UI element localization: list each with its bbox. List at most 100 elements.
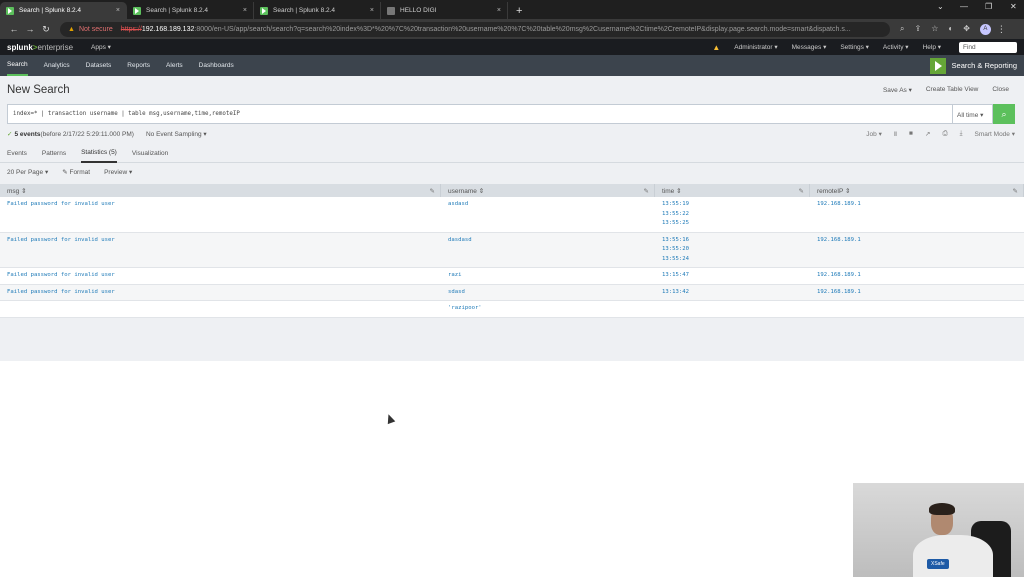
cell-time: 13:15:47 xyxy=(655,268,810,284)
splunk-favicon-icon xyxy=(133,6,141,15)
tab-patterns[interactable]: Patterns xyxy=(42,143,66,163)
tab-statistics[interactable]: Statistics (5) xyxy=(81,143,117,163)
cell-username[interactable]: 'razipoor' xyxy=(441,301,655,317)
not-secure-label: Not secure xyxy=(78,25,113,33)
cell-remoteip[interactable]: 192.168.189.1 xyxy=(810,268,1024,284)
search-button[interactable]: ⌕ xyxy=(993,104,1015,124)
edit-pencil-icon[interactable]: ✎ xyxy=(644,187,649,195)
nav-analytics[interactable]: Analytics xyxy=(44,55,70,76)
stop-icon[interactable]: ■ xyxy=(909,130,913,138)
settings-menu[interactable]: Settings ▾ xyxy=(840,43,869,51)
browser-tab[interactable]: Search | Splunk 8.2.4 × xyxy=(127,2,254,19)
column-header-msg[interactable]: msg ⇕ ✎ xyxy=(0,184,441,197)
time-value[interactable]: 13:55:25 xyxy=(662,219,803,229)
nav-datasets[interactable]: Datasets xyxy=(86,55,112,76)
messages-menu[interactable]: Messages ▾ xyxy=(792,43,827,51)
cell-msg[interactable]: Failed password for invalid user xyxy=(0,285,441,301)
zoom-icon[interactable]: ⌕ xyxy=(900,24,904,34)
maximize-icon[interactable]: ❐ xyxy=(985,2,992,11)
cell-username[interactable]: asdasd xyxy=(441,197,655,232)
splunk-top-bar: splunk>enterprise Apps ▾ ▲ Administrator… xyxy=(0,39,1024,55)
activity-menu[interactable]: Activity ▾ xyxy=(883,43,909,51)
cell-remoteip[interactable]: 192.168.189.1 xyxy=(810,285,1024,301)
close-icon[interactable]: × xyxy=(370,7,374,14)
time-range-picker[interactable]: All time ▾ xyxy=(953,104,993,124)
alert-triangle-icon[interactable]: ▲ xyxy=(712,43,720,52)
time-value[interactable]: 13:55:19 xyxy=(662,200,803,210)
time-value[interactable]: 13:55:16 xyxy=(662,236,803,246)
time-value[interactable]: 13:55:20 xyxy=(662,245,803,255)
back-icon[interactable]: ← xyxy=(6,24,22,34)
minimize-icon[interactable]: — xyxy=(960,2,968,11)
url-input[interactable]: ▲ Not secure https:// 192.168.189.132 :8… xyxy=(60,21,890,37)
browser-menu-icon[interactable]: ⋮ xyxy=(997,24,1006,35)
tab-visualization[interactable]: Visualization xyxy=(132,143,168,163)
cell-msg[interactable] xyxy=(0,301,441,317)
preview-dropdown[interactable]: Preview ▾ xyxy=(104,168,132,178)
forward-icon[interactable]: → xyxy=(22,24,38,34)
cell-msg[interactable]: Failed password for invalid user xyxy=(0,268,441,284)
nav-alerts[interactable]: Alerts xyxy=(166,55,183,76)
nav-search[interactable]: Search xyxy=(7,55,28,76)
print-icon[interactable]: ⎙ xyxy=(942,130,947,138)
format-button[interactable]: ✎ Format xyxy=(62,168,90,178)
app-title[interactable]: Search & Reporting xyxy=(929,57,1017,74)
administrator-menu[interactable]: Administrator ▾ xyxy=(734,43,777,51)
cell-remoteip[interactable]: 192.168.189.1 xyxy=(810,233,1024,268)
search-mode-dropdown[interactable]: Smart Mode ▾ xyxy=(975,130,1015,138)
edit-pencil-icon[interactable]: ✎ xyxy=(799,187,804,195)
tab-search-icon[interactable]: ⌄ xyxy=(937,2,944,11)
cell-remoteip[interactable] xyxy=(810,301,1024,317)
time-value[interactable]: 13:55:22 xyxy=(662,210,803,220)
window-close-icon[interactable]: ✕ xyxy=(1010,2,1017,11)
cell-username[interactable]: sdasd xyxy=(441,285,655,301)
bookmark-star-icon[interactable]: ☆ xyxy=(931,24,938,34)
extension-icon[interactable]: ◐ xyxy=(948,24,953,34)
per-page-dropdown[interactable]: 20 Per Page ▾ xyxy=(7,168,48,178)
pause-icon[interactable]: Ⅱ xyxy=(894,130,897,138)
tab-events[interactable]: Events xyxy=(7,143,27,163)
event-sampling-dropdown[interactable]: No Event Sampling ▾ xyxy=(146,130,207,138)
reload-icon[interactable]: ↻ xyxy=(38,24,54,35)
job-menu[interactable]: Job ▾ xyxy=(866,130,882,138)
time-value[interactable]: 13:15:47 xyxy=(662,271,803,281)
browser-tab[interactable]: Search | Splunk 8.2.4 × xyxy=(0,2,127,19)
close-icon[interactable]: × xyxy=(116,7,120,14)
edit-pencil-icon[interactable]: ✎ xyxy=(430,187,435,195)
time-value[interactable]: 13:13:42 xyxy=(662,288,803,298)
find-input[interactable]: Find xyxy=(959,41,1017,53)
close-icon[interactable]: × xyxy=(243,7,247,14)
cell-username[interactable]: razi xyxy=(441,268,655,284)
browser-tab[interactable]: HELLO DIGI × xyxy=(381,2,508,19)
cell-msg[interactable]: Failed password for invalid user xyxy=(0,197,441,232)
column-header-username[interactable]: username ⇕ ✎ xyxy=(441,184,655,197)
new-tab-button[interactable]: + xyxy=(508,2,530,19)
save-as-button[interactable]: Save As ▾ xyxy=(883,86,912,94)
close-button[interactable]: Close xyxy=(992,86,1009,94)
puzzle-icon[interactable]: ✥ xyxy=(963,24,970,34)
search-icon: ⌕ xyxy=(1001,108,1007,119)
time-value[interactable]: 13:55:24 xyxy=(662,255,803,265)
table-options: 20 Per Page ▾ ✎ Format Preview ▾ xyxy=(7,168,132,178)
browser-tab[interactable]: Search | Splunk 8.2.4 × xyxy=(254,2,381,19)
export-icon[interactable]: ⤓ xyxy=(960,130,963,138)
close-icon[interactable]: × xyxy=(497,7,501,14)
share-icon[interactable]: ⇪ xyxy=(914,24,921,34)
nav-dashboards[interactable]: Dashboards xyxy=(199,55,234,76)
create-table-view-button[interactable]: Create Table View xyxy=(926,86,979,94)
search-query-input[interactable]: index=* | transaction username | table m… xyxy=(7,104,953,124)
column-header-time[interactable]: time ⇕ ✎ xyxy=(655,184,810,197)
nav-reports[interactable]: Reports xyxy=(127,55,150,76)
cell-username[interactable]: dasdasd xyxy=(441,233,655,268)
apps-menu[interactable]: Apps ▾ xyxy=(91,43,111,51)
profile-avatar[interactable]: A xyxy=(979,23,991,35)
result-tabs: Events Patterns Statistics (5) Visualiza… xyxy=(0,143,1024,163)
share-job-icon[interactable]: ↗ xyxy=(925,130,930,138)
edit-pencil-icon[interactable]: ✎ xyxy=(1013,187,1018,195)
tab-title: Search | Splunk 8.2.4 xyxy=(146,7,209,14)
cell-remoteip[interactable]: 192.168.189.1 xyxy=(810,197,1024,232)
cell-msg[interactable]: Failed password for invalid user xyxy=(0,233,441,268)
help-menu[interactable]: Help ▾ xyxy=(923,43,941,51)
column-header-remoteip[interactable]: remoteIP ⇕ ✎ xyxy=(810,184,1024,197)
splunk-logo[interactable]: splunk>enterprise xyxy=(7,43,73,52)
